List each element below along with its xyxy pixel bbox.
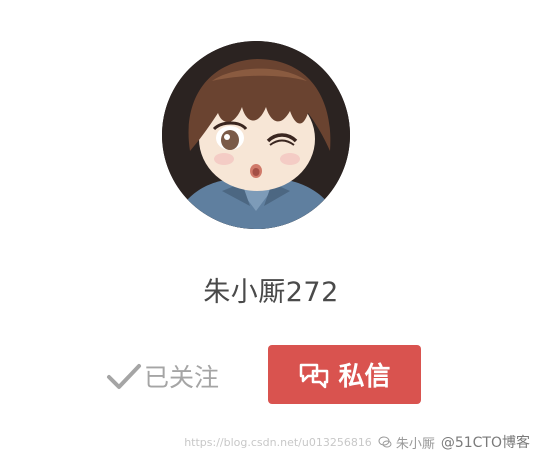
following-status[interactable]: 已关注 <box>106 348 219 404</box>
profile-card: 朱小厮272 已关注 私信 https://blog.csdn.net/u013… <box>0 0 542 464</box>
chat-bubbles-icon <box>300 363 329 388</box>
watermark-brand: @51CTO博客 <box>440 435 530 451</box>
following-status-label: 已关注 <box>144 363 220 392</box>
watermark: https://blog.csdn.net/u013256816 朱小厮 @51… <box>184 432 530 452</box>
checkmark-icon <box>107 364 141 389</box>
watermark-author: 朱小厮 <box>395 436 435 452</box>
private-message-label: 私信 <box>338 362 391 392</box>
username: 朱小厮272 <box>203 277 339 308</box>
wechat-icon <box>378 436 392 448</box>
private-message-button[interactable]: 私信 <box>268 345 421 404</box>
avatar[interactable] <box>162 41 350 229</box>
watermark-url: https://blog.csdn.net/u013256816 <box>184 435 372 449</box>
avatar-illustration <box>162 41 350 229</box>
